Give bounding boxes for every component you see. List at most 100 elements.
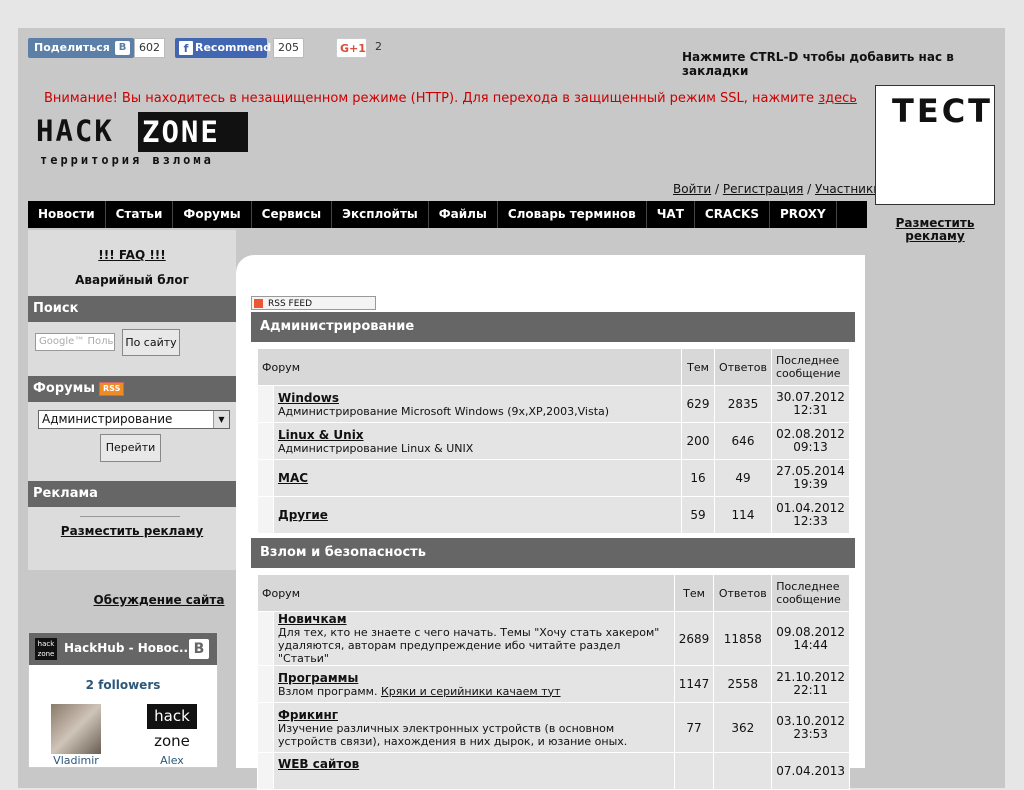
replies-count: 11858 xyxy=(713,611,773,666)
table-row[interactable]: Linux & Unix Администрирование Linux & UN… xyxy=(257,422,850,460)
avatar-text: hack xyxy=(154,707,190,725)
topics-count: 1147 xyxy=(673,665,715,703)
forum-link[interactable]: MAC xyxy=(278,471,677,485)
site-search-button[interactable]: По сайту xyxy=(122,329,180,356)
forum-link[interactable]: Фрикинг xyxy=(278,708,670,722)
table-row[interactable]: Другие 59 114 01.04.2012 12:33 xyxy=(257,496,850,534)
login-link[interactable]: Войти xyxy=(673,182,711,196)
forum-status-icon xyxy=(257,665,274,703)
replies-count: 2558 xyxy=(713,665,773,703)
forum-link[interactable]: Windows xyxy=(278,391,677,405)
member-name[interactable]: Vladimir xyxy=(41,754,111,767)
vk-logo-top: hack xyxy=(37,640,55,648)
table-row[interactable]: Новичкам Для тех, кто не знаете с чего на… xyxy=(257,611,850,666)
logo-zone-text: ZONE xyxy=(138,112,248,152)
table-header: Форум Тем Ответов Последнее сообщение xyxy=(257,574,850,612)
col-topics: Тем xyxy=(673,574,715,612)
search-heading: Поиск xyxy=(28,296,236,322)
avatar[interactable]: hack zone xyxy=(147,704,197,754)
table-row[interactable]: Программы Взлом программ. Кряки и серийни… xyxy=(257,665,850,703)
nav-articles[interactable]: Статьи xyxy=(106,201,174,228)
vk-share-button[interactable]: Поделиться B xyxy=(28,38,134,58)
last-post-time: 12:33 xyxy=(793,514,828,528)
nav-news[interactable]: Новости xyxy=(28,201,106,228)
bookmark-hint: Нажмите CTRL-D чтобы добавить нас в закл… xyxy=(682,50,954,78)
col-last-post: Последнее сообщение xyxy=(771,574,850,612)
nav-glossary[interactable]: Словарь терминов xyxy=(498,201,647,228)
forum-description: Взлом программ. Кряки и серийники качаем… xyxy=(278,685,670,698)
vk-icon: B xyxy=(115,41,130,55)
members-link[interactable]: Участники xyxy=(815,182,881,196)
rss-feed-button[interactable]: RSS FEED xyxy=(251,296,376,310)
nav-forums[interactable]: Форумы xyxy=(173,201,252,228)
forum-link[interactable]: WEB сайтов xyxy=(278,757,670,771)
gplus-button[interactable]: G+1 xyxy=(336,38,367,58)
nav-proxy[interactable]: PROXY xyxy=(770,201,837,228)
ads-heading: Реклама xyxy=(28,481,236,507)
gplus-label: G+1 xyxy=(340,42,366,55)
table-row[interactable]: Windows Администрирование Microsoft Windo… xyxy=(257,385,850,423)
member-name[interactable]: Alex xyxy=(137,754,207,767)
forum-table: Форум Тем Ответов Последнее сообщение Но… xyxy=(257,574,850,790)
nav-services[interactable]: Сервисы xyxy=(252,201,333,228)
last-post-time: 12:31 xyxy=(793,403,828,417)
col-replies: Ответов xyxy=(713,574,773,612)
auth-separator: / xyxy=(711,182,723,196)
table-row[interactable]: WEB сайтов 07.04.2013 xyxy=(257,752,850,790)
forum-status-icon xyxy=(257,385,274,423)
cracks-link[interactable]: Кряки и серийники качаем тут xyxy=(381,685,561,698)
last-post-date: 03.10.2012 xyxy=(776,713,845,728)
google-search-input[interactable]: Google™ Поль xyxy=(35,333,115,351)
forum-status-icon xyxy=(257,422,274,460)
rss-icon[interactable]: RSS xyxy=(99,381,125,396)
forum-link[interactable]: Новичкам xyxy=(278,612,670,626)
nav-exploits[interactable]: Эксплойты xyxy=(332,201,429,228)
logo-hack-text: HACK xyxy=(36,114,114,148)
last-post-date: 07.04.2013 xyxy=(776,764,845,778)
table-row[interactable]: MAC 16 49 27.05.2014 19:39 xyxy=(257,459,850,497)
vk-icon[interactable]: B xyxy=(189,639,209,659)
fb-recommend-button[interactable]: f Recommend xyxy=(175,38,271,58)
side-ad-banner[interactable]: ТЕСТ xyxy=(875,85,995,205)
section-header: Администрирование xyxy=(251,312,855,342)
forum-select[interactable]: Администрирование ▼ xyxy=(38,410,230,429)
auth-separator: / xyxy=(803,182,815,196)
nav-files[interactable]: Файлы xyxy=(429,201,498,228)
avatar-text: zone xyxy=(147,729,197,754)
forum-status-icon xyxy=(257,752,274,790)
topics-count: 2689 xyxy=(673,611,715,666)
logo-tagline: территория взлома xyxy=(40,153,214,167)
site-logo[interactable]: HACK ZONE территория взлома xyxy=(34,112,248,172)
forum-link[interactable]: Другие xyxy=(278,508,677,522)
last-post-time: 23:53 xyxy=(793,726,828,741)
main-nav: Новости Статьи Форумы Сервисы Эксплойты … xyxy=(28,201,867,228)
col-replies: Ответов xyxy=(714,348,772,386)
vk-community-widget: hack zone HackHub - Новос... B 2 follower… xyxy=(28,632,218,768)
forum-description-text: Взлом программ. xyxy=(278,684,381,698)
col-forum: Форум xyxy=(257,574,675,612)
table-row[interactable]: Фрикинг Изучение различных электронных ус… xyxy=(257,702,850,753)
ssl-link[interactable]: здесь xyxy=(818,91,857,106)
forum-link[interactable]: Linux & Unix xyxy=(278,428,677,442)
faq-link[interactable]: !!! FAQ !!! xyxy=(28,248,236,262)
replies-count: 49 xyxy=(714,459,772,497)
topics-count: 59 xyxy=(681,496,715,534)
replies-count xyxy=(713,752,773,790)
side-ad-link[interactable]: Разместить рекламу xyxy=(880,217,990,243)
last-post-time: 09:13 xyxy=(793,440,828,454)
go-button[interactable]: Перейти xyxy=(100,434,161,462)
side-ad-title: ТЕСТ xyxy=(892,92,993,130)
followers-count[interactable]: 2 followers xyxy=(29,678,217,692)
forum-status-icon xyxy=(257,702,274,753)
facebook-icon: f xyxy=(179,41,193,55)
register-link[interactable]: Регистрация xyxy=(723,182,803,196)
vk-widget-title[interactable]: HackHub - Новос... xyxy=(64,641,193,655)
forum-link[interactable]: Программы xyxy=(278,671,670,685)
emergency-blog-link[interactable]: Аварийный блог xyxy=(28,273,236,287)
avatar[interactable] xyxy=(51,704,101,754)
place-ad-link[interactable]: Разместить рекламу xyxy=(28,524,236,538)
forum-table: Форум Тем Ответов Последнее сообщение Wi… xyxy=(257,348,850,534)
divider xyxy=(80,516,180,517)
nav-chat[interactable]: ЧАТ xyxy=(647,201,695,228)
nav-cracks[interactable]: CRACKS xyxy=(695,201,770,228)
